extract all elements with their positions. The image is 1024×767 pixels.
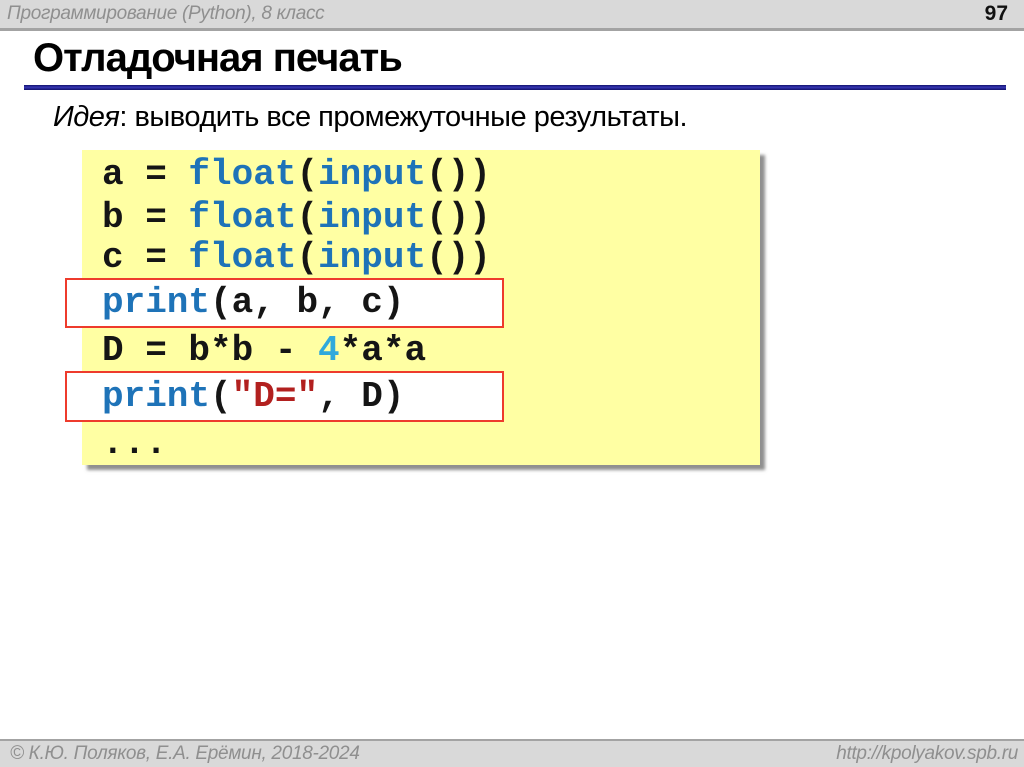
code-token-plain: ( [296, 237, 318, 278]
code-token-keyword: print [102, 282, 210, 323]
code-token-plain: ( [296, 197, 318, 238]
idea-line: Идея: выводить все промежуточные результ… [53, 101, 687, 134]
code-token-plain: ( [296, 154, 318, 195]
slide: Программирование (Python), 8 класс 97 От… [0, 0, 1024, 767]
code-token-plain: ()) [426, 154, 491, 195]
idea-text: : выводить все промежуточные результаты. [119, 101, 687, 133]
idea-emphasis: Идея [53, 101, 119, 133]
footer-bar: © К.Ю. Поляков, Е.А. Ерёмин, 2018-2024 h… [0, 739, 1024, 767]
code-token-string: "D=" [232, 376, 318, 417]
page-number: 97 [985, 2, 1024, 26]
code-token-plain: , D) [318, 376, 404, 417]
code-line-2: b = float(input()) [82, 196, 760, 239]
header-bar: Программирование (Python), 8 класс 97 [0, 0, 1024, 31]
code-token-number: 4 [318, 330, 340, 371]
code-token-keyword: float [188, 197, 296, 238]
code-token-keyword: float [188, 237, 296, 278]
code-token-keyword: float [188, 154, 296, 195]
code-token-keyword: print [102, 376, 210, 417]
slide-title: Отладочная печать [33, 36, 402, 81]
code-line-4-highlighted: print(a, b, c) [65, 278, 504, 328]
code-line-5: D = b*b - 4*a*a [82, 328, 760, 371]
code-token-plain: (a, b, c) [210, 282, 404, 323]
title-underline [24, 85, 1006, 90]
code-token-keyword: input [318, 154, 426, 195]
code-token-keyword: input [318, 197, 426, 238]
code-token-plain: *a*a [340, 330, 426, 371]
code-line-1: a = float(input()) [82, 153, 760, 196]
code-line-6-highlighted: print("D=", D) [65, 371, 504, 422]
code-token-plain: ... [102, 423, 167, 464]
code-token-plain: b = [102, 197, 188, 238]
website-url: http://kpolyakov.spb.ru [836, 743, 1024, 765]
code-token-plain: c = [102, 237, 188, 278]
code-token-keyword: input [318, 237, 426, 278]
code-token-plain: ( [210, 376, 232, 417]
code-token-plain: D = b*b - [102, 330, 318, 371]
code-block: a = float(input()) b = float(input()) c … [82, 150, 760, 465]
course-label: Программирование (Python), 8 класс [0, 3, 324, 25]
code-token-plain: ()) [426, 237, 491, 278]
copyright-text: © К.Ю. Поляков, Е.А. Ерёмин, 2018-2024 [0, 743, 360, 765]
code-line-7: ... [82, 422, 760, 465]
code-token-plain: a = [102, 154, 188, 195]
code-line-3: c = float(input()) [82, 239, 760, 278]
code-token-plain: ()) [426, 197, 491, 238]
